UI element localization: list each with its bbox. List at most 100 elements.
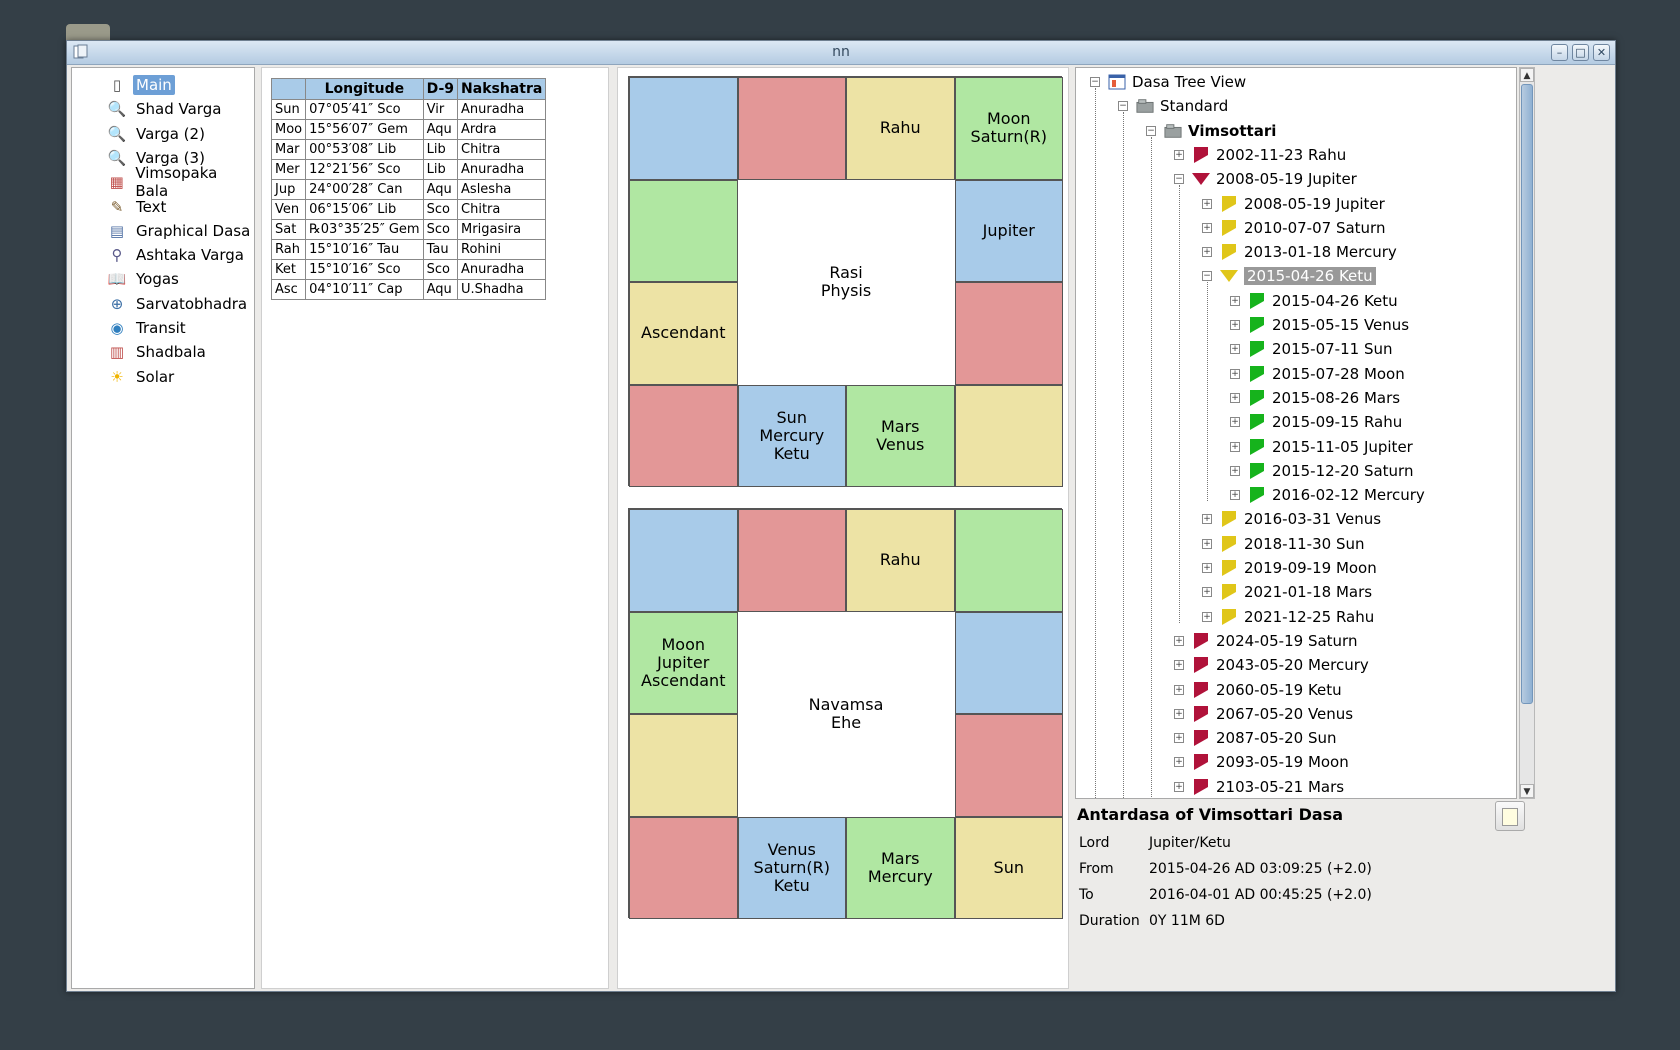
nav-item-sarvatobhadra[interactable]: ⊕ Sarvatobhadra [107, 293, 250, 315]
tree-node[interactable]: 2018-11-30 Sun [1220, 533, 1364, 555]
nav-item-transit[interactable]: ◉ Transit [107, 317, 189, 339]
chart-house[interactable] [954, 611, 1063, 714]
scroll-down-arrow-icon[interactable]: ▼ [1520, 784, 1534, 798]
chart-house[interactable] [629, 179, 738, 282]
chart-house[interactable]: Moon Saturn(R) [954, 77, 1063, 180]
tree-scrollbar[interactable]: ▲ ▼ [1519, 67, 1535, 799]
tree-node[interactable]: 2067-05-20 Venus [1192, 703, 1353, 725]
tree-node[interactable]: Vimsottari [1164, 120, 1276, 142]
chart-house[interactable]: Jupiter [954, 179, 1063, 282]
scroll-up-arrow-icon[interactable]: ▲ [1520, 68, 1534, 82]
note-button[interactable] [1495, 801, 1525, 831]
tree-node[interactable]: 2002-11-23 Rahu [1192, 144, 1346, 166]
chart-house[interactable] [954, 384, 1063, 487]
chart-house[interactable] [629, 714, 738, 817]
tree-node[interactable]: 2043-05-20 Mercury [1192, 654, 1369, 676]
tree-expander[interactable]: + [1174, 149, 1184, 160]
tree-node[interactable]: 2021-12-25 Rahu [1220, 606, 1374, 628]
tree-node[interactable]: 2015-07-28 Moon [1248, 363, 1405, 385]
tree-expander[interactable]: − [1118, 101, 1128, 112]
chart-house[interactable] [629, 509, 738, 612]
tree-expander[interactable]: + [1202, 222, 1212, 233]
chart-house[interactable]: Rahu [846, 509, 955, 612]
chart-house[interactable] [629, 77, 738, 180]
desktop-folder-icon[interactable] [66, 24, 110, 40]
tree-expander[interactable]: + [1202, 198, 1212, 209]
tree-expander[interactable]: − [1090, 77, 1100, 87]
tree-expander[interactable]: + [1174, 708, 1184, 719]
tree-expander[interactable]: + [1230, 344, 1240, 355]
chart-house[interactable] [737, 509, 846, 612]
tree-node[interactable]: 2016-03-31 Venus [1220, 508, 1381, 530]
chart-house[interactable] [629, 384, 738, 487]
tree-expander[interactable]: + [1230, 465, 1240, 476]
nav-item-text[interactable]: ✎ Text [107, 196, 169, 218]
tree-expander[interactable]: − [1202, 271, 1212, 282]
tree-node[interactable]: 2013-01-18 Mercury [1220, 241, 1397, 263]
tree-expander[interactable]: + [1202, 247, 1212, 258]
tree-expander[interactable]: + [1174, 757, 1184, 768]
tree-expander[interactable]: + [1174, 733, 1184, 744]
column-header[interactable] [270, 78, 307, 100]
tree-expander[interactable]: − [1146, 125, 1156, 136]
tree-expander[interactable]: + [1174, 635, 1184, 646]
tree-expander[interactable]: + [1174, 660, 1184, 671]
nav-item-ashtaka-varga[interactable]: ⚲ Ashtaka Varga [107, 244, 247, 266]
column-header[interactable]: Longitude [305, 78, 424, 100]
tree-expander[interactable]: + [1202, 538, 1212, 549]
tree-node[interactable]: 2087-05-20 Sun [1192, 727, 1336, 749]
chart-house[interactable] [629, 816, 738, 919]
nav-item-graphical-dasa[interactable]: ▤ Graphical Dasa [107, 220, 253, 242]
nav-item-vimsopaka-bala[interactable]: ▦ Vimsopaka Bala [107, 164, 254, 200]
chart-house[interactable] [954, 714, 1063, 817]
nav-item-shad-varga[interactable]: 🔍 Shad Varga [107, 98, 224, 120]
tree-node[interactable]: 2015-05-15 Venus [1248, 314, 1409, 336]
chart-house[interactable] [954, 282, 1063, 385]
tree-expander[interactable]: + [1230, 441, 1240, 452]
tree-expander[interactable]: + [1230, 368, 1240, 379]
tree-node[interactable]: 2015-04-26 Ketu [1248, 290, 1398, 312]
tree-expander[interactable]: + [1230, 417, 1240, 428]
tree-node[interactable]: 2015-09-15 Rahu [1248, 411, 1402, 433]
chart-house[interactable]: Rahu [846, 77, 955, 180]
chart-house[interactable] [954, 509, 1063, 612]
tree-node[interactable]: 2024-05-19 Saturn [1192, 630, 1357, 652]
chart-house[interactable]: Ascendant [629, 282, 738, 385]
nav-item-main[interactable]: ▯ Main [107, 74, 175, 96]
tree-expander[interactable]: + [1202, 611, 1212, 622]
tree-node[interactable]: 2060-05-19 Ketu [1192, 679, 1342, 701]
tree-node[interactable]: 2008-05-19 Jupiter [1220, 193, 1385, 215]
chart-house[interactable]: Mars Venus [846, 384, 955, 487]
tree-expander[interactable]: + [1230, 295, 1240, 306]
tree-node[interactable]: 2010-07-07 Saturn [1220, 217, 1385, 239]
tree-node[interactable]: 2016-02-12 Mercury [1248, 484, 1425, 506]
tree-node[interactable]: 2015-04-26 Ketu [1220, 265, 1376, 287]
chart-house[interactable]: Sun [954, 816, 1063, 919]
tree-expander[interactable]: + [1202, 514, 1212, 525]
tree-node[interactable]: Dasa Tree View [1108, 71, 1246, 93]
tree-node[interactable]: 2019-09-19 Moon [1220, 557, 1377, 579]
close-button[interactable]: ✕ [1593, 44, 1610, 61]
chart-house[interactable]: Moon Jupiter Ascendant [629, 611, 738, 714]
tree-expander[interactable]: − [1174, 174, 1184, 185]
chart-house[interactable]: Venus Saturn(R) Ketu [737, 816, 846, 919]
tree-expander[interactable]: + [1202, 563, 1212, 573]
chart-house[interactable]: Mars Mercury [846, 816, 955, 919]
tree-node[interactable]: 2093-05-19 Moon [1192, 751, 1349, 773]
column-header[interactable]: Nakshatra [457, 78, 547, 100]
title-bar[interactable]: nn – □ ✕ [67, 41, 1615, 65]
tree-expander[interactable]: + [1174, 684, 1184, 695]
tree-node[interactable]: Standard [1136, 95, 1228, 117]
minimize-button[interactable]: – [1551, 44, 1568, 61]
tree-node[interactable]: 2008-05-19 Jupiter [1192, 168, 1357, 190]
tree-expander[interactable]: + [1174, 781, 1184, 792]
tree-node[interactable]: 2021-01-18 Mars [1220, 581, 1372, 603]
tree-expander[interactable]: + [1230, 392, 1240, 403]
nav-item-shadbala[interactable]: ▥ Shadbala [107, 341, 209, 363]
chart-house[interactable]: Sun Mercury Ketu [737, 384, 846, 487]
nav-item-solar[interactable]: ☀ Solar [107, 366, 177, 388]
tree-node[interactable]: 2015-08-26 Mars [1248, 387, 1400, 409]
maximize-button[interactable]: □ [1572, 44, 1589, 61]
tree-expander[interactable]: + [1230, 320, 1240, 330]
tree-node[interactable]: 2015-12-20 Saturn [1248, 460, 1413, 482]
